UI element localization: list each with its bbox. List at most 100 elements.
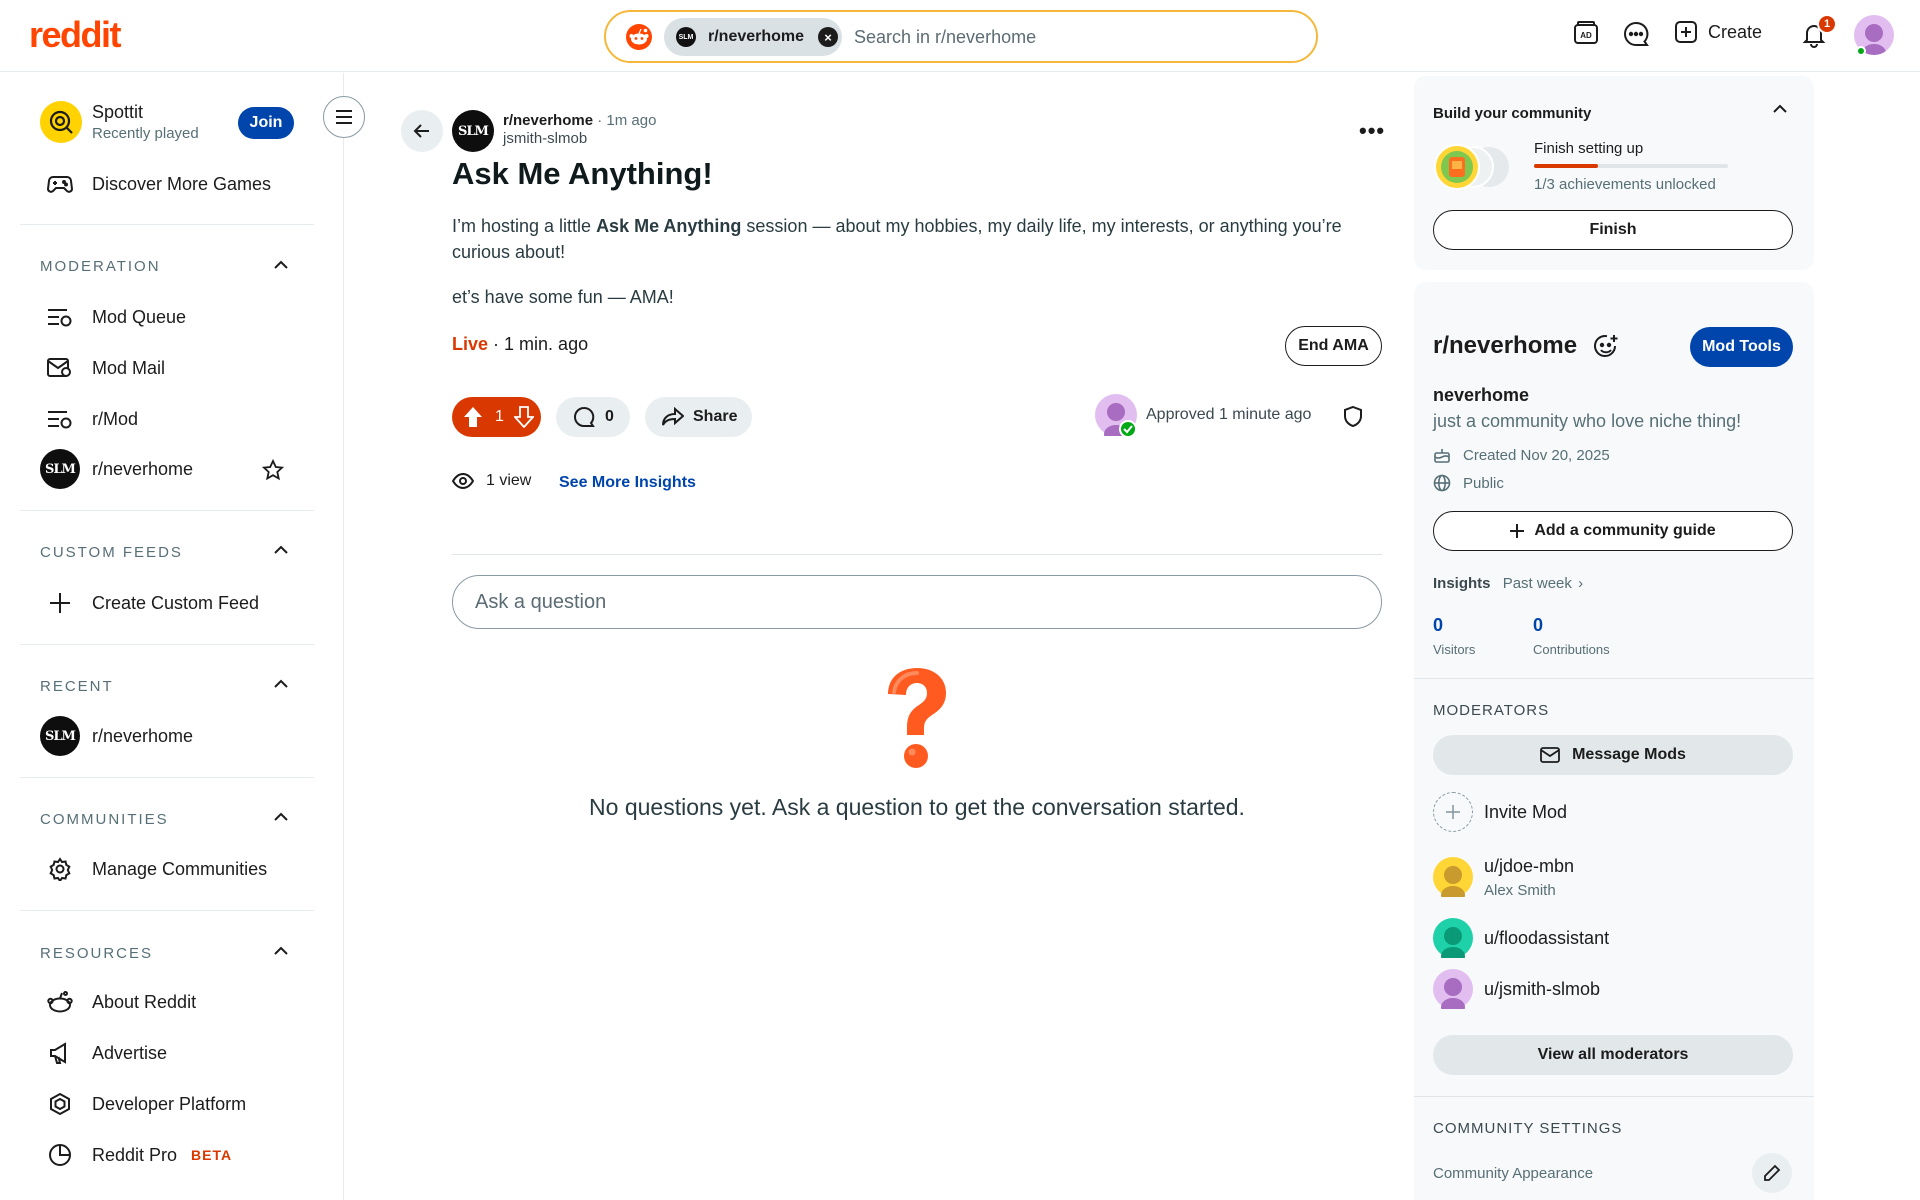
join-button[interactable]: Join [238,107,294,139]
subreddit-avatar[interactable]: SLM [452,110,494,152]
sidebar-item-neverhome[interactable]: SLM r/neverhome [40,449,193,489]
chat-icon[interactable] [1622,20,1650,48]
downvote-icon[interactable] [513,406,534,428]
menu-icon [336,110,352,124]
comment-count: 0 [605,408,614,425]
view-all-moderators-button[interactable]: View all moderators [1433,1035,1793,1075]
svg-text:AD: AD [1580,31,1592,40]
gamepad-icon [40,164,80,204]
sidebar-item-about-reddit[interactable]: About Reddit [40,982,196,1022]
collapse-sidebar-button[interactable] [323,96,365,138]
moderator-avatar[interactable] [1433,857,1473,897]
search-bar[interactable]: SLM r/neverhome × [604,10,1318,63]
moderator-avatar[interactable] [1433,969,1473,1009]
chevron-up-icon[interactable] [272,944,290,958]
chevron-up-icon[interactable] [272,677,290,691]
communities-heading[interactable]: COMMUNITIES [40,811,169,828]
custom-feeds-heading[interactable]: CUSTOM FEEDS [40,544,183,561]
community-description: just a community who love niche thing! [1433,411,1742,431]
moderator-name[interactable]: u/jsmith-slmob [1484,979,1600,1000]
sidebar-item-recent-neverhome[interactable]: SLM r/neverhome [40,716,193,756]
chevron-up-icon[interactable] [1771,102,1789,116]
sidebar-divider [20,224,314,225]
post-subreddit-link[interactable]: r/neverhome [503,112,593,129]
sidebar-item-manage-communities[interactable]: Manage Communities [40,849,267,889]
moderator-avatar[interactable] [1433,918,1473,958]
shield-icon[interactable] [1343,405,1363,427]
upvote-icon[interactable] [463,406,483,428]
subreddit-avatar: SLM [40,716,80,756]
post-text: I’m hosting a little [452,216,597,236]
plus-icon [40,583,80,623]
cake-icon [1434,449,1450,463]
sidebar-item-r-mod[interactable]: r/Mod [40,399,138,439]
message-mods-button[interactable]: Message Mods [1433,735,1793,775]
moderator-name[interactable]: u/floodassistant [1484,928,1609,949]
ask-question-input[interactable] [452,575,1382,629]
post-author-link[interactable]: jsmith-slmob [503,130,656,147]
sidebar-divider [20,777,314,778]
create-button[interactable]: Create [1674,20,1762,44]
recent-heading[interactable]: RECENT [40,678,114,695]
add-emoji-icon[interactable] [1593,334,1619,360]
insights-row[interactable]: Insights Past week › [1433,575,1583,592]
see-more-insights-link[interactable]: See More Insights [559,474,696,492]
finish-button[interactable]: Finish [1433,210,1793,250]
post-text-bold: Ask Me Anything [596,216,742,236]
advertise-icon[interactable]: AD [1572,20,1600,48]
sidebar-item-mod-mail[interactable]: Mod Mail [40,348,165,388]
sidebar-item-reddit-pro[interactable]: Reddit Pro BETA [40,1135,232,1175]
online-status-dot [1856,46,1866,56]
invite-mod-row[interactable]: Invite Mod [1433,792,1567,832]
vote-control: 1 [452,397,541,437]
add-community-guide-button[interactable]: Add a community guide [1433,511,1793,551]
sidebar-item-mod-queue[interactable]: Mod Queue [40,297,186,337]
view-count: 1 view [452,472,531,490]
add-icon [1433,792,1473,832]
sidebar-item-advertise[interactable]: Advertise [40,1033,167,1073]
more-options-icon[interactable]: ••• [1359,118,1385,144]
spottit-subtitle: Recently played [92,125,199,142]
end-ama-button[interactable]: End AMA [1285,326,1382,366]
back-button[interactable] [401,110,443,152]
community-display-name: neverhome [1433,385,1530,405]
mod-queue-icon [40,297,80,337]
plus-icon [1510,524,1525,538]
divider [452,554,1382,555]
search-scope-chip: SLM r/neverhome × [664,18,842,56]
comments-button[interactable]: 0 [556,397,630,437]
notification-badge: 1 [1817,14,1837,34]
pie-chart-icon [40,1135,80,1175]
sidebar-item-developer-platform[interactable]: Developer Platform [40,1084,246,1124]
reddit-alien-icon [40,982,80,1022]
mod-queue-label: Mod Queue [92,306,187,327]
clear-scope-icon[interactable]: × [818,27,839,47]
r-mod-icon [40,399,80,439]
post-body: I’m hosting a little Ask Me Anything ses… [452,213,1382,329]
search-scope-label: r/neverhome [708,28,805,45]
spottit-game-item[interactable]: Spottit Recently played [40,101,199,143]
neverhome-label: r/neverhome [92,458,194,479]
search-input[interactable] [854,24,1294,50]
insights-range: Past week [1502,575,1572,592]
post-body-paragraph: I’m hosting a little Ask Me Anything ses… [452,213,1382,265]
message-mods-label: Message Mods [1572,746,1686,763]
moderator-name[interactable]: u/jdoe-mbn [1484,856,1574,877]
edit-appearance-button[interactable] [1752,1153,1792,1193]
discover-games-item[interactable]: Discover More Games [40,164,271,204]
mod-tools-button[interactable]: Mod Tools [1690,327,1793,367]
left-sidebar [0,73,344,1200]
subreddit-avatar: SLM [40,449,80,489]
resources-heading[interactable]: RESOURCES [40,945,153,962]
r-mod-label: r/Mod [92,408,139,429]
sidebar-item-create-custom-feed[interactable]: Create Custom Feed [40,583,259,623]
chevron-up-icon[interactable] [272,810,290,824]
star-icon[interactable] [262,459,284,481]
reddit-logo[interactable]: reddit [29,14,122,56]
chevron-up-icon[interactable] [272,258,290,272]
moderation-heading[interactable]: MODERATION [40,258,161,275]
pencil-icon [1764,1164,1781,1181]
share-button[interactable]: Share [645,397,752,437]
live-label: Live [452,334,489,354]
chevron-up-icon[interactable] [272,543,290,557]
